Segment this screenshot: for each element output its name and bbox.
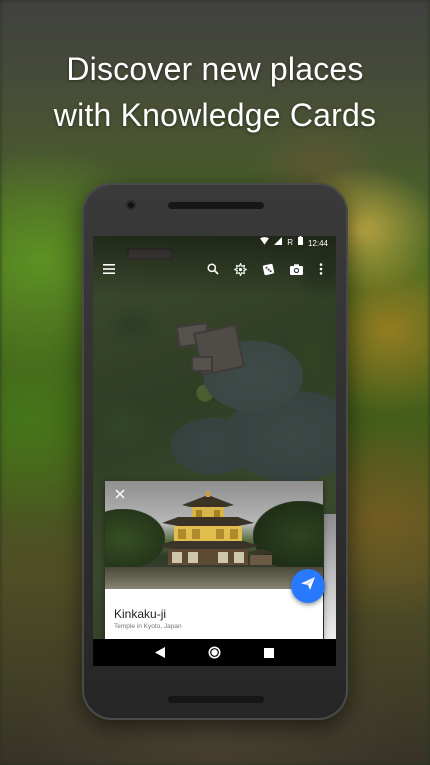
phone-frame: R 12:44 Kinkaku-ji Temple in Kyoto, Japa… [82, 183, 348, 720]
recents-icon[interactable] [262, 646, 276, 660]
android-navigation-bar [93, 639, 336, 666]
feeling-lucky-dice-icon[interactable] [258, 259, 278, 279]
golden-pavilion-illustration [156, 491, 276, 577]
signal-icon [274, 236, 283, 250]
card-subtitle: Temple in Kyoto, Japan [114, 623, 182, 630]
send-icon [301, 577, 315, 595]
home-icon[interactable] [207, 646, 221, 660]
front-camera [126, 200, 136, 210]
phone-screen: R 12:44 Kinkaku-ji Temple in Kyoto, Japa… [93, 236, 336, 666]
more-vert-icon[interactable] [311, 259, 331, 279]
back-icon[interactable] [153, 646, 167, 660]
close-icon[interactable] [113, 487, 127, 501]
knowledge-card[interactable]: Kinkaku-ji Temple in Kyoto, Japan [105, 481, 325, 639]
next-card-peek[interactable] [324, 514, 336, 639]
battery-icon [297, 236, 303, 250]
share-button[interactable] [291, 569, 325, 603]
voyager-icon[interactable] [230, 259, 250, 279]
top-speaker [168, 202, 264, 209]
card-title: Kinkaku-ji [114, 607, 167, 621]
roaming-label: R [287, 238, 293, 247]
camera-icon[interactable] [286, 259, 306, 279]
wifi-icon [260, 236, 270, 250]
search-icon[interactable] [203, 259, 223, 279]
promo-headline-line2: with Knowledge Cards [53, 97, 377, 133]
menu-icon[interactable] [99, 259, 119, 279]
status-time: 12:44 [307, 238, 328, 248]
status-bar: R 12:44 [93, 236, 336, 250]
promo-headline-line1: Discover new places [66, 51, 364, 87]
kinkaku-ji-photo [105, 481, 323, 589]
bottom-speaker [168, 696, 264, 703]
promo-headline: Discover new places with Knowledge Cards [0, 46, 430, 138]
earth-toolbar [93, 256, 336, 282]
